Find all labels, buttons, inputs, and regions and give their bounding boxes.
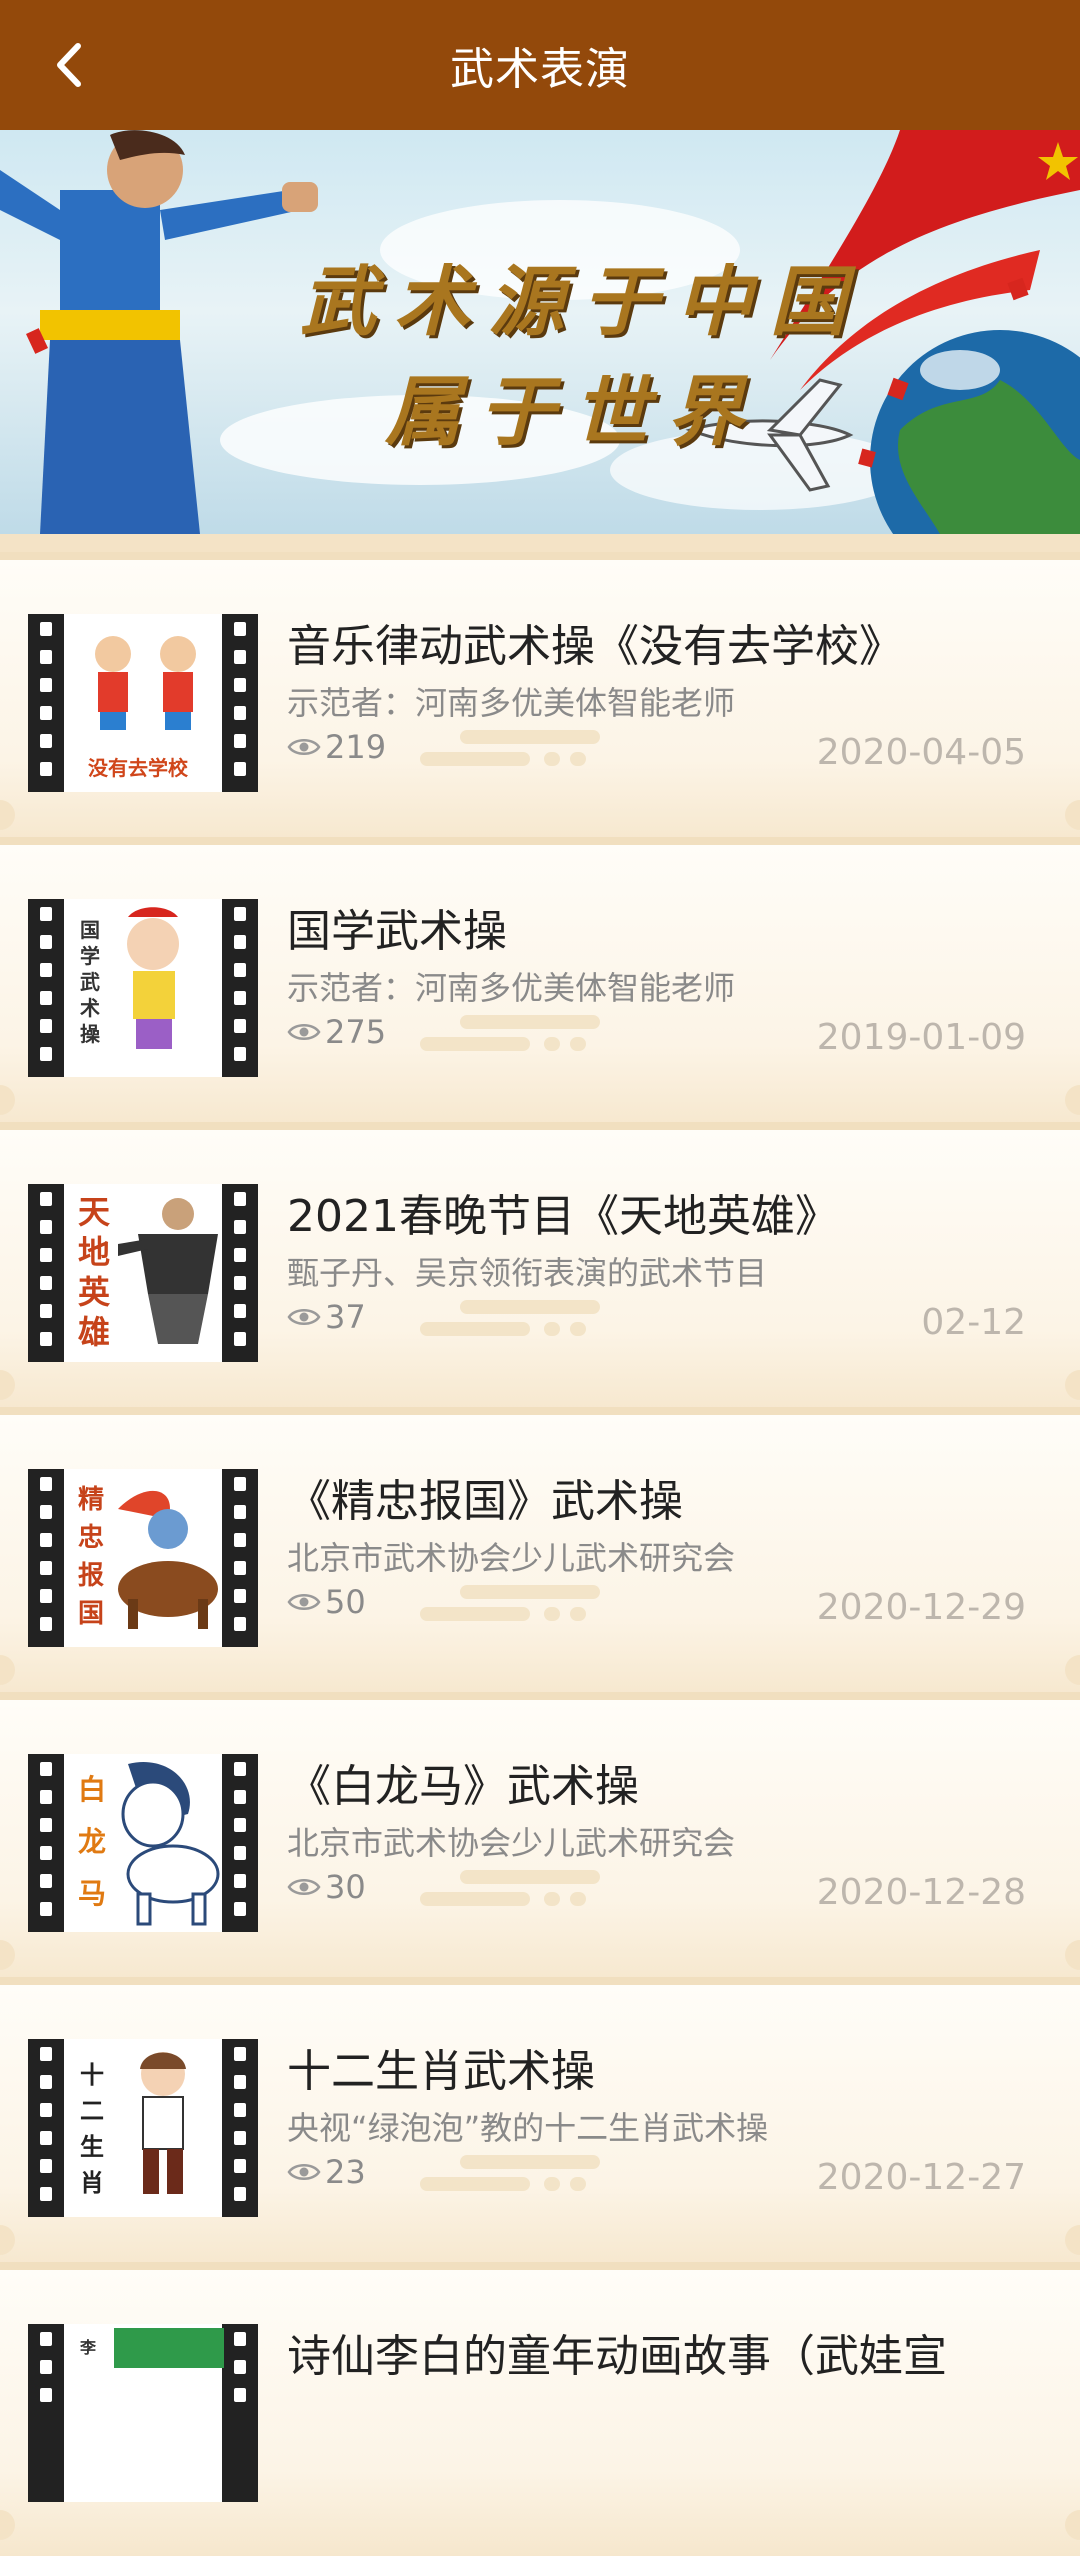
card-decoration (420, 2155, 640, 2215)
list-item[interactable]: 白龙马 《白龙马》武术操 北京市武术协会少儿武术研究会 30 2020-12-2… (0, 1692, 1080, 1986)
thumbnail-caption: 白龙马 (78, 1773, 107, 1910)
thumbnail-caption: 李 (80, 2338, 97, 2357)
page-title: 武术表演 (450, 44, 630, 95)
video-thumbnail[interactable]: 天地英雄 (28, 1184, 258, 1362)
item-title[interactable]: 《白龙马》武术操 (287, 1750, 639, 1814)
hero-banner: 武术源于中国 属于世界 (0, 130, 1080, 534)
eye-icon (287, 1024, 321, 1040)
item-title[interactable]: 音乐律动武术操《没有去学校》 (287, 610, 903, 674)
item-date: 2020-04-05 (816, 732, 1026, 773)
item-subtitle: 央视“绿泡泡”教的十二生肖武术操 (287, 2109, 769, 2147)
view-count: 50 (287, 1583, 366, 1621)
view-count: 30 (287, 1868, 366, 1906)
card-decoration (420, 1300, 640, 1360)
list-item[interactable]: 国学武术操 国学武术操 示范者：河南多优美体智能老师 275 2019-01-0… (0, 837, 1080, 1131)
item-date: 2020-12-29 (816, 1587, 1026, 1628)
white-horse-illustration (121, 1762, 220, 1926)
item-date: 02-12 (921, 1302, 1026, 1343)
view-count: 219 (287, 728, 386, 766)
poet-illustration (114, 2328, 224, 2368)
item-date: 2020-12-27 (816, 2157, 1026, 2198)
view-count-value: 219 (325, 728, 387, 766)
thumbnail-caption: 精忠报国 (78, 1485, 105, 1629)
eye-icon (287, 1879, 321, 1895)
video-thumbnail[interactable]: 国学武术操 (28, 899, 258, 1077)
item-subtitle: 示范者：河南多优美体智能老师 (287, 969, 736, 1007)
view-count: 37 (287, 1298, 366, 1336)
item-date: 2019-01-09 (816, 1017, 1026, 1058)
thumbnail-caption: 没有去学校 (88, 756, 188, 780)
card-decoration (420, 1585, 640, 1645)
chevron-left-icon (57, 43, 81, 87)
list-item[interactable]: 没有去学校 音乐律动武术操《没有去学校》 示范者：河南多优美体智能老师 219 … (0, 552, 1080, 846)
eye-icon (287, 2164, 321, 2180)
list-item[interactable]: 天地英雄 2021春晚节目《天地英雄》 甄子丹、吴京领衔表演的武术节目 37 0… (0, 1122, 1080, 1416)
video-thumbnail[interactable]: 精忠报国 (28, 1469, 258, 1647)
card-decoration (420, 1870, 640, 1930)
item-title[interactable]: 《精忠报国》武术操 (287, 1465, 683, 1529)
card-decoration (420, 1015, 640, 1075)
girl-illustration (127, 907, 179, 1049)
list-item[interactable]: 李 诗仙李白的童年动画故事（武娃宣 (0, 2262, 1080, 2556)
banner-line-2: 属于世界 (385, 367, 761, 456)
view-count-value: 275 (325, 1013, 387, 1051)
view-count-value: 23 (325, 2153, 366, 2191)
item-title[interactable]: 国学武术操 (287, 895, 507, 959)
thumbnail-caption: 天地英雄 (78, 1193, 111, 1351)
item-subtitle: 北京市武术协会少儿武术研究会 (287, 1539, 736, 1577)
list-item[interactable]: 十二生肖 十二生肖武术操 央视“绿泡泡”教的十二生肖武术操 23 2020-12… (0, 1977, 1080, 2271)
list-item[interactable]: 精忠报国 《精忠报国》武术操 北京市武术协会少儿武术研究会 50 2020-12… (0, 1407, 1080, 1701)
video-thumbnail[interactable]: 十二生肖 (28, 2039, 258, 2217)
martial-artist-illustration (118, 1198, 218, 1344)
view-count-value: 30 (325, 1868, 366, 1906)
view-count: 275 (287, 1013, 386, 1051)
view-count-value: 50 (325, 1583, 366, 1621)
item-title[interactable]: 2021春晚节目《天地英雄》 (287, 1180, 839, 1244)
view-count: 23 (287, 2153, 366, 2191)
item-subtitle: 甄子丹、吴京领衔表演的武术节目 (287, 1254, 768, 1292)
zodiac-kid-illustration (140, 2052, 186, 2194)
eye-icon (287, 1594, 321, 1610)
thumbnail-caption: 十二生肖 (80, 2060, 104, 2197)
item-title[interactable]: 十二生肖武术操 (287, 2035, 595, 2099)
item-date: 2020-12-28 (816, 1872, 1026, 1913)
banner-line-1: 武术源于中国 (300, 257, 864, 346)
eye-icon (287, 1309, 321, 1325)
item-subtitle: 示范者：河南多优美体智能老师 (287, 684, 736, 722)
item-subtitle: 北京市武术协会少儿武术研究会 (287, 1824, 736, 1862)
back-button[interactable] (40, 35, 100, 95)
horse-rider-illustration (118, 1490, 218, 1629)
item-title[interactable]: 诗仙李白的童年动画故事（武娃宣 (287, 2320, 947, 2384)
card-decoration (420, 730, 640, 790)
video-thumbnail[interactable]: 白龙马 (28, 1754, 258, 1932)
eye-icon (287, 739, 321, 755)
thumbnail-caption: 国学武术操 (80, 918, 100, 1046)
view-count-value: 37 (325, 1298, 366, 1336)
video-thumbnail[interactable]: 李 (28, 2324, 258, 2502)
video-thumbnail[interactable]: 没有去学校 (28, 614, 258, 792)
app-header: 武术表演 (0, 0, 1080, 130)
